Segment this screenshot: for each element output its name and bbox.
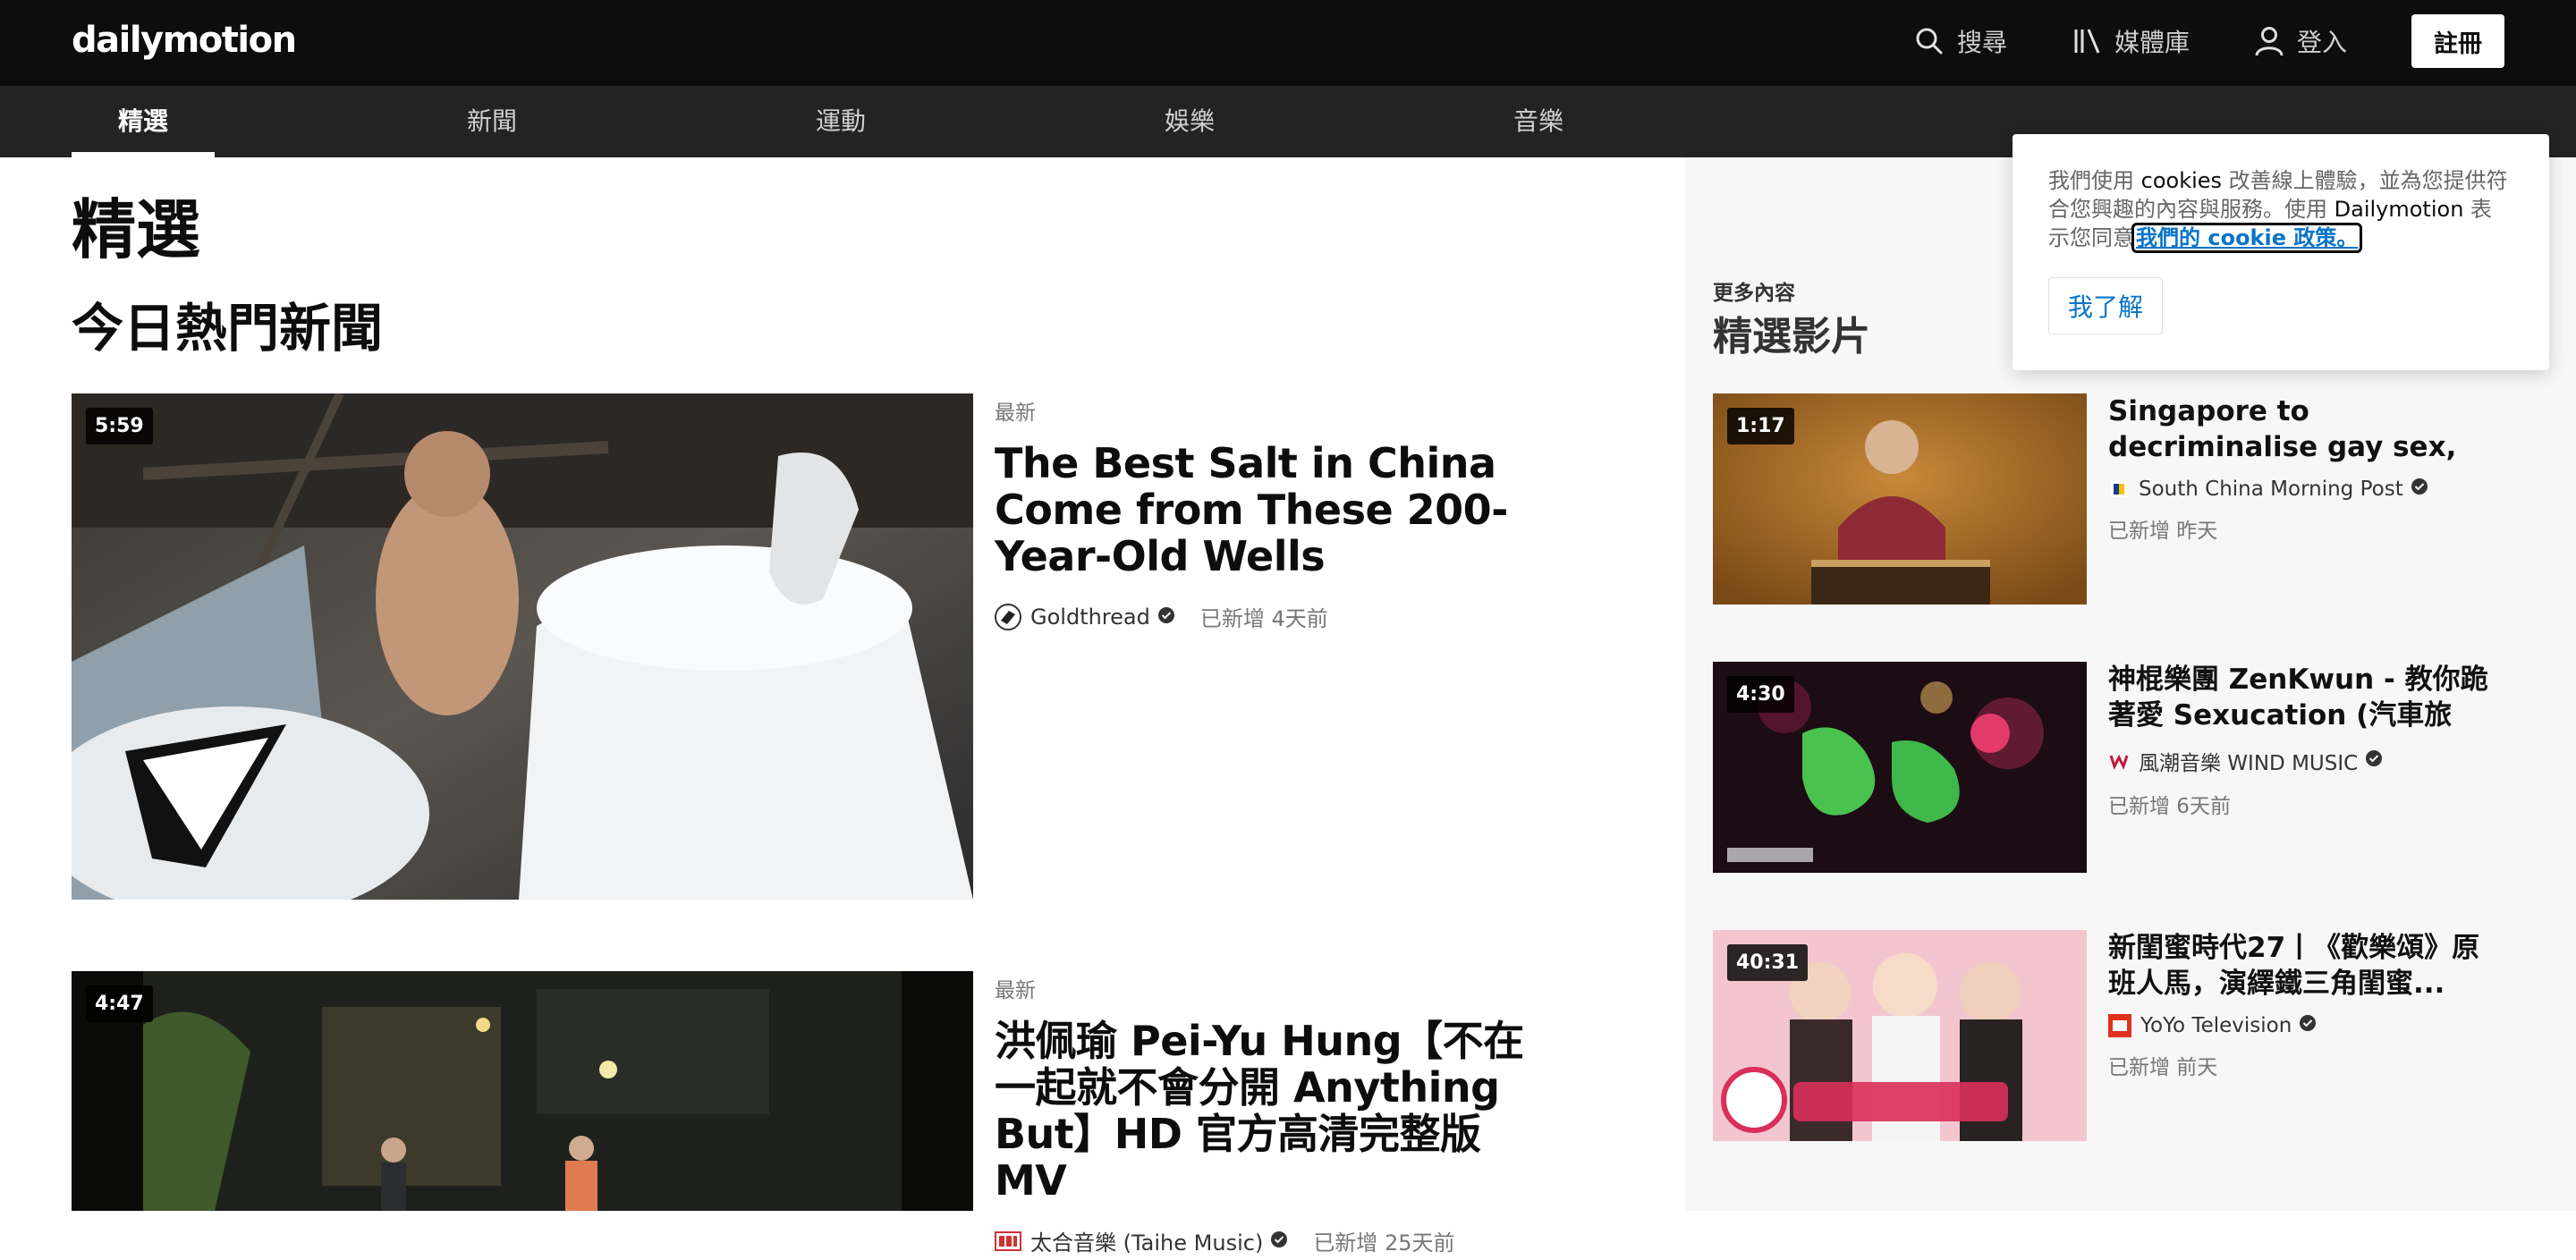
video-title[interactable]: 神棍樂團 ZenKwun - 教你跪著愛 Sexucation (汽車旅館... [2108, 662, 2502, 733]
cookie-banner: 我們使用 cookies 改善線上體驗，並為您提供符合您興趣的內容與服務。使用 … [2012, 134, 2549, 370]
video-thumbnail[interactable]: 4:47 [72, 971, 973, 1211]
more-content-label: 更多內容 [1713, 282, 1795, 305]
verified-icon [1270, 1229, 1288, 1254]
video-meta: 最新 洪佩瑜 Pei-Yu Hung【不在一起就不會分開 Anything Bu… [995, 971, 1549, 1256]
video-byline: Goldthread 已新增 4天前 [995, 601, 1549, 632]
video-meta: 神棍樂團 ZenKwun - 教你跪著愛 Sexucation (汽車旅館...… [2108, 662, 2502, 819]
video-meta: Singapore to decriminalise gay sex, but … [2108, 393, 2502, 544]
register-button[interactable]: 註冊 [2411, 14, 2504, 68]
video-duration: 5:59 [86, 408, 153, 444]
library-label: 媒體庫 [2114, 28, 2190, 57]
cookie-text-cookies: cookies [2140, 168, 2223, 193]
upload-time: 已新增 6天前 [2108, 795, 2231, 818]
video-title[interactable]: 新閨蜜時代27丨《歡樂頌》原班人馬，演繹鐵三角閨蜜... [2108, 930, 2502, 1002]
video-meta: 最新 The Best Salt in China Come from Thes… [995, 393, 1549, 632]
video-thumbnail[interactable]: 40:31 [1713, 930, 2087, 1141]
video-thumbnail[interactable]: 1:17 [1713, 393, 2087, 605]
upload-time: 已新增 4天前 [1199, 606, 1328, 631]
new-label: 最新 [995, 402, 1036, 425]
video-byline: 太合音樂 (Taihe Music) 已新增 25天前 [995, 1225, 1549, 1256]
video-card[interactable]: 5:59 最新 The Best Salt in China Come from… [72, 393, 1508, 900]
sidebar-video-card[interactable]: 40:31 新閨蜜時代27丨《歡樂頌》原班人馬，演繹鐵三角閨蜜... YoYo … [1713, 930, 2518, 1141]
library-icon [2072, 26, 2102, 56]
sidebar-title: 精選影片 [1713, 314, 1870, 359]
video-duration: 4:47 [86, 985, 153, 1022]
video-thumbnail[interactable]: 4:30 [1713, 662, 2087, 873]
channel-avatar [2108, 1014, 2131, 1037]
video-byline: South China Morning Post [2108, 478, 2502, 501]
cookie-accept-button[interactable]: 我了解 [2048, 277, 2163, 334]
upload-time: 已新增 25天前 [1313, 1230, 1455, 1256]
video-duration: 4:30 [1727, 676, 1794, 713]
dailymotion-logo[interactable]: dailymotion [72, 20, 297, 61]
section-title: 今日熱門新聞 [72, 298, 384, 359]
login-button[interactable]: 登入 [2254, 23, 2347, 59]
cookie-text-brand: Dailymotion [2334, 197, 2464, 222]
tab-entertainment[interactable]: 娛樂 [1118, 86, 1261, 157]
search-button[interactable]: 搜尋 [1914, 23, 2007, 59]
video-title[interactable]: 洪佩瑜 Pei-Yu Hung【不在一起就不會分開 Anything But】H… [995, 1018, 1549, 1204]
tab-sports[interactable]: 運動 [769, 86, 912, 157]
header-actions: 搜尋 媒體庫 登入 註冊 [1914, 14, 2504, 68]
verified-icon [2411, 478, 2428, 501]
tab-music[interactable]: 音樂 [1467, 86, 1610, 157]
user-icon [2254, 25, 2284, 57]
top-bar: dailymotion 搜尋 媒體庫 登入 註冊 [0, 0, 2576, 86]
verified-icon [1157, 605, 1175, 630]
new-label: 最新 [995, 979, 1036, 1002]
channel-name[interactable]: YoYo Television [2140, 1014, 2292, 1037]
channel-name[interactable]: Goldthread [1030, 605, 1150, 630]
video-card[interactable]: 4:47 最新 洪佩瑜 Pei-Yu Hung【不在一起就不會分開 Anythi… [72, 971, 1524, 1256]
cookie-message: 我們使用 cookies 改善線上體驗，並為您提供符合您興趣的內容與服務。使用 … [2048, 166, 2513, 253]
sidebar-video-card[interactable]: 1:17 Singapore to decriminalise gay sex,… [1713, 393, 2518, 605]
upload-time: 已新增 前天 [2108, 1056, 2218, 1079]
tab-featured[interactable]: 精選 [72, 86, 215, 157]
tab-news[interactable]: 新聞 [420, 86, 564, 157]
video-byline: 風潮音樂 WIND MUSIC [2108, 746, 2502, 776]
login-label: 登入 [2296, 28, 2347, 57]
channel-avatar [995, 603, 1021, 630]
search-icon [1914, 26, 1945, 56]
page-title: 精選 [72, 192, 201, 267]
sidebar-video-card[interactable]: 4:30 神棍樂團 ZenKwun - 教你跪著愛 Sexucation (汽車… [1713, 662, 2518, 873]
verified-icon [2299, 1014, 2317, 1037]
video-thumbnail[interactable]: 5:59 [72, 393, 973, 900]
channel-name[interactable]: South China Morning Post [2139, 478, 2403, 501]
video-byline: YoYo Television [2108, 1014, 2502, 1037]
channel-avatar [2108, 478, 2130, 500]
channel-avatar [2108, 750, 2130, 772]
upload-time: 已新增 昨天 [2108, 520, 2218, 543]
video-title[interactable]: The Best Salt in China Come from These 2… [995, 440, 1549, 579]
video-meta: 新閨蜜時代27丨《歡樂頌》原班人馬，演繹鐵三角閨蜜... YoYo Televi… [2108, 930, 2502, 1080]
library-button[interactable]: 媒體庫 [2072, 23, 2190, 59]
active-tab-indicator [72, 152, 215, 157]
video-title[interactable]: Singapore to decriminalise gay sex, but … [2108, 393, 2502, 465]
video-duration: 40:31 [1727, 944, 1809, 981]
search-label: 搜尋 [1956, 28, 2007, 57]
channel-avatar [995, 1228, 1021, 1255]
channel-name[interactable]: 風潮音樂 WIND MUSIC [2139, 746, 2358, 776]
cookie-text-part: 我們使用 [2048, 168, 2141, 193]
video-duration: 1:17 [1727, 408, 1794, 444]
verified-icon [2365, 749, 2383, 773]
cookie-policy-link[interactable]: 我們的 cookie 政策。 [2131, 223, 2363, 253]
channel-name[interactable]: 太合音樂 (Taihe Music) [1030, 1225, 1263, 1256]
